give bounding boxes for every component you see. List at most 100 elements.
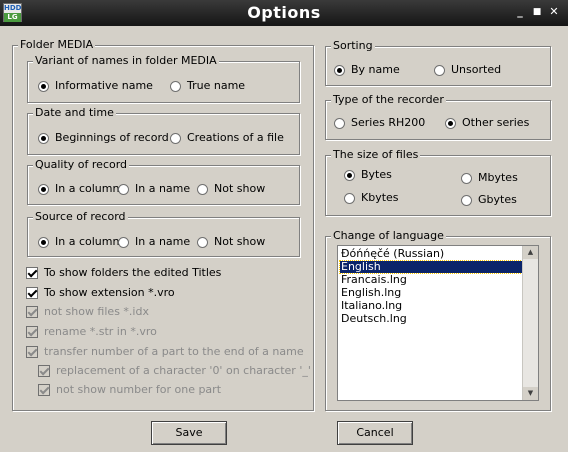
source-label: Source of record — [33, 210, 128, 223]
radio-label: In a column — [55, 182, 120, 195]
radio-label: Creations of a file — [187, 131, 284, 144]
radio-dot — [344, 192, 355, 204]
radio-dot — [461, 172, 472, 184]
checkbox-label: rename *.str in *.vro — [44, 325, 157, 338]
language-option[interactable]: English — [339, 260, 525, 274]
radio-source-in-name[interactable]: In a name — [118, 235, 190, 248]
radio-label: Informative name — [55, 79, 153, 92]
file-size-label: The size of files — [331, 148, 421, 161]
radio-quality-in-column[interactable]: In a column — [38, 182, 119, 195]
scroll-down-icon[interactable]: ▼ — [523, 387, 538, 400]
checkbox-box — [26, 267, 38, 279]
radio-dot — [118, 236, 129, 248]
radio-quality-in-name[interactable]: In a name — [118, 182, 190, 195]
language-listbox[interactable]: Đóńńęčé (Russian) English Francais.lng E… — [337, 245, 539, 401]
sorting-label: Sorting — [331, 39, 375, 52]
recorder-label: Type of the recorder — [331, 93, 446, 106]
radio-dot — [197, 183, 208, 195]
radio-informative-name[interactable]: Informative name — [38, 79, 153, 92]
radio-dot — [170, 80, 181, 92]
radio-label: In a column — [55, 235, 120, 248]
checkbox-label: not show number for one part — [56, 383, 222, 396]
checkbox-box — [26, 287, 38, 299]
checkbox-label: replacement of a character '0' on charac… — [56, 364, 311, 377]
radio-kbytes[interactable]: Kbytes — [344, 191, 399, 204]
language-option[interactable]: Deutsch.lng — [340, 313, 524, 325]
radio-dot — [445, 117, 456, 129]
check-not-show-number-one-part[interactable]: not show number for one part — [38, 383, 221, 396]
title-bar: HDD LG Options _ ■ ✕ — [0, 0, 568, 26]
checkbox-box — [26, 306, 38, 318]
checkbox-label: not show files *.idx — [44, 305, 149, 318]
cancel-button[interactable]: Cancel — [337, 421, 413, 445]
quality-label: Quality of record — [33, 158, 130, 171]
radio-source-in-column[interactable]: In a column — [38, 235, 119, 248]
radio-true-name[interactable]: True name — [170, 79, 245, 92]
radio-label: Series RH200 — [351, 116, 426, 129]
radio-label: In a name — [135, 235, 191, 248]
file-size-group: The size of files — [325, 148, 551, 216]
language-option[interactable]: English.lng — [340, 287, 524, 299]
checkbox-box — [26, 326, 38, 338]
check-show-edited-titles[interactable]: To show folders the edited Titles — [26, 266, 221, 279]
radio-label: In a name — [135, 182, 191, 195]
listbox-scrollbar[interactable]: ▲ ▼ — [522, 246, 538, 400]
radio-dot — [334, 64, 345, 76]
radio-label: Other series — [462, 116, 530, 129]
check-not-show-idx[interactable]: not show files *.idx — [26, 305, 149, 318]
checkbox-box — [38, 365, 50, 377]
close-icon[interactable]: ✕ — [547, 5, 561, 19]
check-transfer-part-number[interactable]: transfer number of a part to the end of … — [26, 345, 304, 358]
radio-dot — [334, 117, 345, 129]
radio-gbytes[interactable]: Gbytes — [461, 193, 517, 206]
radio-source-not-show[interactable]: Not show — [197, 235, 265, 248]
checkbox-box — [26, 346, 38, 358]
language-option[interactable]: Francais.lng — [340, 274, 524, 286]
date-time-label: Date and time — [33, 106, 116, 119]
folder-media-label: Folder MEDIA — [18, 38, 96, 51]
radio-other-series[interactable]: Other series — [445, 116, 529, 129]
radio-label: By name — [351, 63, 400, 76]
maximize-icon[interactable]: ■ — [530, 5, 544, 19]
radio-bytes[interactable]: Bytes — [344, 168, 392, 181]
radio-dot — [434, 64, 445, 76]
radio-dot — [170, 132, 181, 144]
language-label: Change of language — [331, 229, 446, 242]
radio-label: Unsorted — [451, 63, 502, 76]
window-title: Options — [247, 3, 321, 22]
radio-label: Gbytes — [478, 193, 517, 206]
radio-unsorted[interactable]: Unsorted — [434, 63, 501, 76]
radio-dot — [38, 236, 49, 248]
radio-label: Not show — [214, 182, 266, 195]
radio-beginnings-of-record[interactable]: Beginnings of record — [38, 131, 169, 144]
radio-series-rh200[interactable]: Series RH200 — [334, 116, 425, 129]
radio-label: Not show — [214, 235, 266, 248]
radio-quality-not-show[interactable]: Not show — [197, 182, 265, 195]
radio-dot — [461, 194, 472, 206]
radio-label: Kbytes — [361, 191, 399, 204]
radio-dot — [38, 132, 49, 144]
minimize-icon[interactable]: _ — [513, 5, 527, 19]
variant-label: Variant of names in folder MEDIA — [33, 54, 219, 67]
language-option[interactable]: Italiano.lng — [340, 300, 524, 312]
check-show-extension-vro[interactable]: To show extension *.vro — [26, 286, 175, 299]
radio-label: Bytes — [361, 168, 392, 181]
radio-by-name[interactable]: By name — [334, 63, 400, 76]
check-rename-str[interactable]: rename *.str in *.vro — [26, 325, 157, 338]
checkbox-box — [38, 384, 50, 396]
radio-dot — [118, 183, 129, 195]
checkbox-label: To show folders the edited Titles — [44, 266, 222, 279]
radio-dot — [38, 183, 49, 195]
radio-mbytes[interactable]: Mbytes — [461, 171, 518, 184]
language-option[interactable]: Đóńńęčé (Russian) — [340, 248, 524, 260]
checkbox-label: To show extension *.vro — [44, 286, 175, 299]
check-replace-zero-char[interactable]: replacement of a character '0' on charac… — [38, 364, 311, 377]
radio-dot — [38, 80, 49, 92]
options-window: HDD LG Options _ ■ ✕ Folder MEDIA Varian… — [0, 0, 568, 452]
save-button[interactable]: Save — [151, 421, 227, 445]
scroll-up-icon[interactable]: ▲ — [523, 246, 538, 259]
radio-dot — [344, 169, 355, 181]
radio-creations-of-file[interactable]: Creations of a file — [170, 131, 284, 144]
radio-label: True name — [187, 79, 246, 92]
radio-label: Beginnings of record — [55, 131, 169, 144]
